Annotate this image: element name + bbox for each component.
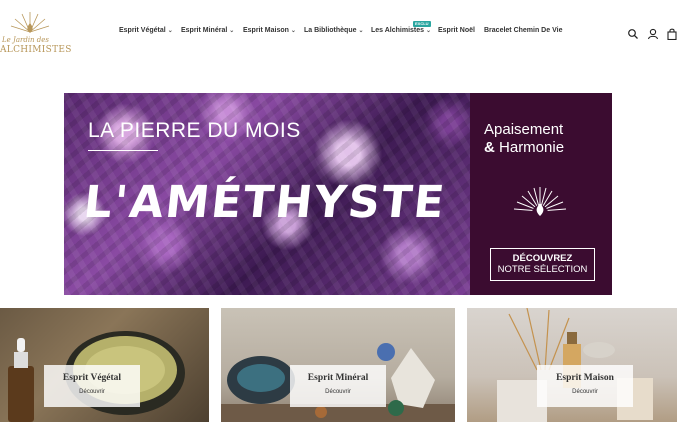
card-link[interactable]: Découvrir [290,389,386,395]
chevron-down-icon: ⌄ [167,28,173,34]
card-title: Esprit Végétal [62,373,122,383]
card-link[interactable]: Découvrir [44,389,140,395]
nav-label: Esprit Noël [438,27,475,34]
nav-item-esprit-maison[interactable]: Esprit Maison ⌄ [243,27,296,34]
panel-heading-line1: Apaisement [484,121,564,138]
search-icon[interactable] [627,27,639,39]
card-label: Esprit Maison Découvrir [537,365,633,407]
amethyst-image: LA PIERRE DU MOIS L'AMÉTHYSTE [64,93,470,295]
account-icon[interactable] [647,27,659,40]
nav-label: Les Alchimistes [371,27,425,34]
nav-label: Esprit Minéral [181,27,228,34]
card-label: Esprit Végétal Découvrir [44,365,140,407]
card-link[interactable]: Découvrir [537,389,633,395]
nav-label: La Bibliothèque [304,27,357,34]
card-label: Esprit Minéral Découvrir [290,365,386,407]
logo-text-bottom: ALCHIMISTES [0,45,72,55]
chevron-down-icon: ⌄ [426,28,432,34]
card-title: Esprit Minéral [307,373,369,383]
nav-item-bracelet-chemin-de-vie[interactable]: Bracelet Chemin De Vie [484,27,562,34]
nav-item-la-bibliotheque[interactable]: La Bibliothèque ⌄ [304,27,364,34]
banner-divider [88,150,158,151]
category-card-esprit-mineral[interactable]: Esprit Minéral Découvrir [221,308,455,422]
cart-icon[interactable] [667,27,677,41]
card-title: Esprit Maison [556,373,614,383]
category-card-esprit-maison[interactable]: Esprit Maison Découvrir [467,308,677,422]
sun-drop-icon [513,187,567,216]
panel-heading-word: Harmonie [499,139,565,156]
exclu-badge: EXCLU [413,21,431,27]
chevron-down-icon: ⌄ [358,28,364,34]
panel-heading-line2: & Harmonie [484,139,564,156]
hero-banner[interactable]: LA PIERRE DU MOIS L'AMÉTHYSTE Apaisement… [64,93,612,295]
nav-label: Bracelet Chemin De Vie [484,27,563,34]
chevron-down-icon: ⌄ [290,28,296,34]
discover-selection-button[interactable]: DÉCOUVREZ NOTRE SÉLECTION [490,248,595,281]
banner-side-panel: Apaisement & Harmonie DÉCOUVREZ NOTRE SÉ… [470,93,612,295]
banner-title: L'AMÉTHYSTE [81,177,449,228]
nav-label: Esprit Végétal [119,27,166,34]
category-card-esprit-vegetal[interactable]: Esprit Végétal Découvrir [0,308,209,422]
banner-subtitle: LA PIERRE DU MOIS [88,119,301,142]
cta-line2: NOTRE SÉLECTION [497,264,588,275]
nav-item-esprit-vegetal[interactable]: Esprit Végétal ⌄ [119,27,173,34]
main-nav: Esprit Végétal ⌄ Esprit Minéral ⌄ Esprit M… [0,27,677,41]
nav-item-esprit-noel[interactable]: Esprit Noël [438,27,475,34]
cta-line1: DÉCOUVREZ [512,253,573,264]
ampersand: & [484,139,495,156]
site-header: Le Jardin des ALCHIMISTES Esprit Végétal… [0,0,677,66]
chevron-down-icon: ⌄ [229,28,235,34]
nav-label: Esprit Maison [243,27,289,34]
nav-item-esprit-mineral[interactable]: Esprit Minéral ⌄ [181,27,234,34]
nav-item-les-alchimistes[interactable]: Les Alchimistes ⌄ [371,27,431,34]
